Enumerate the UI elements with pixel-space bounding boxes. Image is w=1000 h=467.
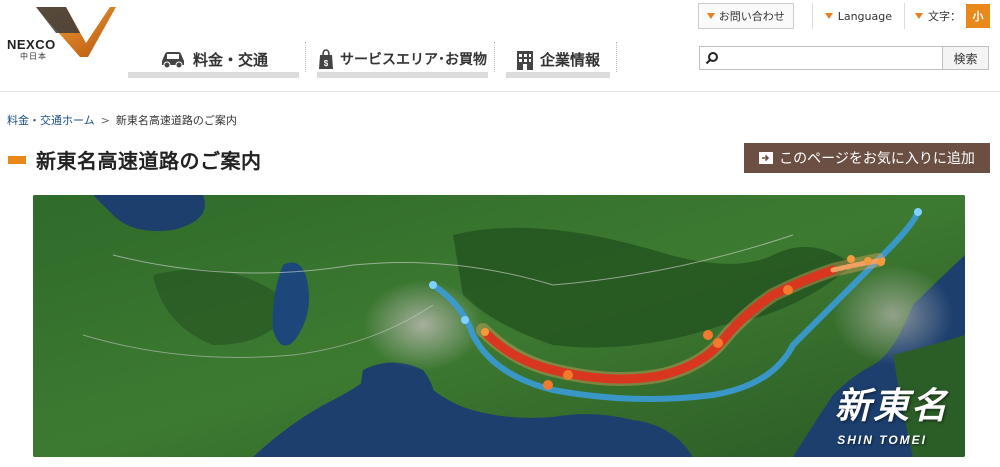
- inquiry-button[interactable]: お問い合わせ: [697, 3, 794, 29]
- page-heading: 新東名高速道路のご案内: [8, 145, 262, 174]
- breadcrumb-separator: >: [100, 114, 110, 127]
- shin-tomei-logo-jp: 新東名: [834, 385, 949, 427]
- nav-service-area[interactable]: $ サービスエリア･お買物: [317, 40, 488, 78]
- language-label: Language: [837, 9, 892, 23]
- logo-text: NEXCO: [7, 37, 56, 52]
- font-size-small-button[interactable]: 小: [966, 4, 990, 28]
- car-icon: [159, 49, 187, 69]
- search-box: [699, 46, 945, 70]
- nav-divider: [299, 40, 317, 78]
- inquiry-label: お問い合わせ: [718, 10, 785, 23]
- breadcrumb-current: 新東名高速道路のご案内: [115, 114, 237, 127]
- utility-bar: お問い合わせ Language 文字： 小: [697, 3, 990, 29]
- svg-text:$: $: [324, 59, 329, 68]
- search-button[interactable]: 検索: [942, 46, 989, 70]
- satellite-map: [33, 195, 965, 457]
- shopping-bag-icon: $: [318, 48, 334, 70]
- title-accent-bar: [8, 155, 26, 164]
- nav-divider: [488, 40, 506, 78]
- triangle-down-icon: [915, 13, 923, 19]
- header-divider: [0, 91, 1000, 92]
- nav-corporate-info[interactable]: 企業情報: [506, 40, 610, 78]
- triangle-down-icon: [706, 13, 715, 19]
- building-icon: [516, 48, 534, 70]
- font-size-label: 文字：: [928, 10, 961, 23]
- search-input[interactable]: [721, 48, 944, 68]
- nav-label: サービスエリア･お買物: [340, 52, 487, 68]
- nav-label: 料金・交通: [192, 50, 268, 69]
- font-size-control: 文字： 小: [904, 3, 990, 29]
- add-favorite-label: このページをお気に入りに追加: [779, 151, 975, 167]
- route-map-image: 新東名 SHIN TOMEI: [33, 195, 965, 457]
- main-nav: 料金・交通 $ サービスエリア･お買物 企業情報: [128, 40, 628, 78]
- breadcrumb-home-link[interactable]: 料金・交通ホーム: [7, 114, 95, 127]
- triangle-down-icon: [824, 13, 833, 19]
- breadcrumb: 料金・交通ホーム > 新東名高速道路のご案内: [7, 112, 237, 128]
- bookmark-arrow-icon: [759, 152, 774, 164]
- language-menu[interactable]: Language: [811, 3, 892, 29]
- page-title: 新東名高速道路のご案内: [36, 149, 262, 173]
- shin-tomei-logo-en: SHIN TOMEI: [837, 433, 927, 447]
- nav-divider: [610, 40, 628, 78]
- nav-label: 企業情報: [539, 50, 600, 69]
- search-icon: [703, 49, 721, 67]
- add-favorite-button[interactable]: このページをお気に入りに追加: [744, 143, 990, 173]
- nav-traffic-fare[interactable]: 料金・交通: [128, 40, 299, 78]
- logo-subtext: 中日本: [20, 52, 47, 61]
